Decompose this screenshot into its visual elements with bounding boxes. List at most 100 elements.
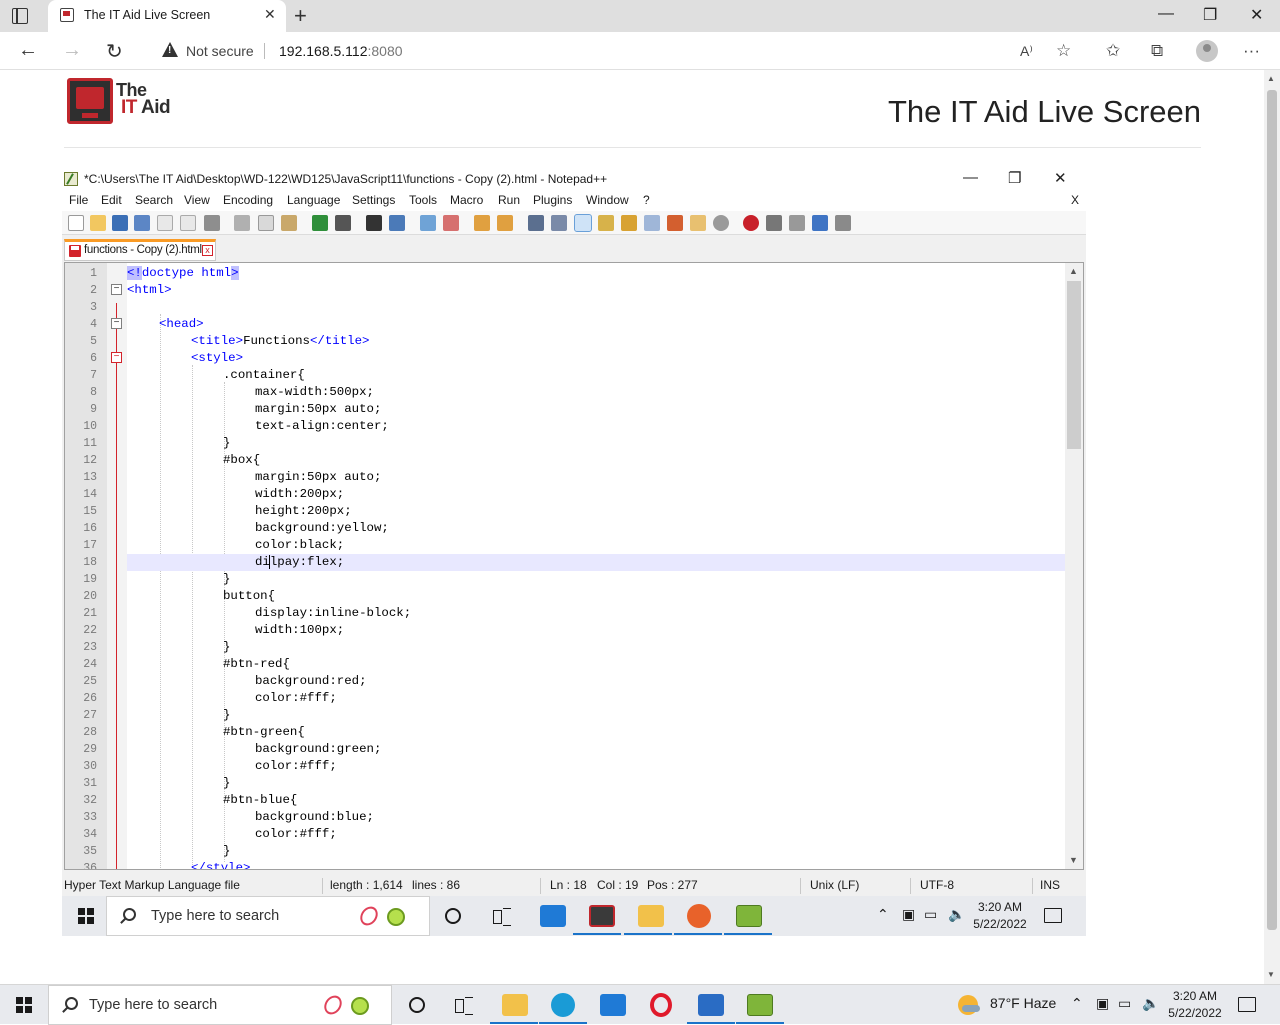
word-wrap-icon[interactable] [528,215,544,231]
remote-clock[interactable]: 3:20 AM 5/22/2022 [972,899,1028,933]
close-all-icon[interactable] [180,215,196,231]
menu-edit[interactable]: Edit [101,193,122,207]
tab-actions-icon[interactable] [12,8,28,24]
code-editor[interactable]: 1 2 3 4 5 6 7 8 9 10 11 12 13 14 15 16 1… [64,262,1084,870]
indent-guide-icon[interactable] [574,214,592,232]
firefox-icon[interactable] [687,904,711,928]
profile-icon[interactable] [1196,40,1218,62]
menu-close-doc[interactable]: X [1071,193,1079,207]
fold-toggle-head-icon[interactable]: − [111,318,122,329]
redo-icon[interactable] [335,215,351,231]
doc-list-icon[interactable] [644,215,660,231]
it-aid-app-icon[interactable] [589,905,615,927]
photos-icon[interactable] [698,994,724,1016]
npp-restore-button[interactable]: ❐ [1008,169,1021,187]
editor-scrollbar-thumb[interactable] [1067,281,1081,449]
status-insert-mode[interactable]: INS [1040,878,1060,892]
remote-screen[interactable]: *C:\Users\The IT Aid\Desktop\WD-122\WD12… [62,168,1086,936]
print-icon[interactable] [204,215,220,231]
show-all-chars-icon[interactable] [551,215,567,231]
mail-icon[interactable] [540,905,566,927]
read-aloud-icon[interactable]: A⁾ [1020,43,1033,60]
taskbar-clock[interactable]: 3:20 AM 5/22/2022 [1166,988,1224,1022]
new-tab-button[interactable]: + [294,3,307,29]
refresh-icon[interactable]: ↻ [106,39,123,64]
save-all-icon[interactable] [134,215,150,231]
fold-toggle-style-icon[interactable]: − [111,352,122,363]
restore-button[interactable]: ❐ [1203,5,1217,25]
save-icon[interactable] [112,215,128,231]
warning-icon[interactable] [162,42,178,57]
menu-settings[interactable]: Settings [352,193,395,207]
record-macro-icon[interactable] [743,215,759,231]
menu-search[interactable]: Search [135,193,173,207]
notification-icon[interactable] [1044,908,1062,923]
notepadpp-taskbar-icon[interactable] [736,905,762,927]
folder-workspace-icon[interactable] [690,215,706,231]
function-list-icon[interactable] [667,215,683,231]
cortana-icon[interactable] [409,997,425,1013]
npp-minimize-button[interactable]: — [963,169,978,186]
chevron-up-icon[interactable]: ⌃ [1071,995,1083,1012]
volume-icon[interactable]: 🔈 [948,906,965,923]
add-favorite-icon[interactable]: ☆ [1056,41,1071,61]
menu-tools[interactable]: Tools [409,193,437,207]
menu-file[interactable]: File [69,193,88,207]
notepadpp-taskbar-icon[interactable] [747,994,773,1016]
scroll-down-arrow-icon[interactable]: ▼ [1267,970,1275,979]
scroll-up-arrow-icon[interactable]: ▲ [1267,74,1275,83]
chevron-up-icon[interactable]: ⌃ [877,906,889,923]
undo-icon[interactable] [312,215,328,231]
find-icon[interactable] [366,215,382,231]
fold-toggle-html-icon[interactable]: − [111,284,122,295]
url-field[interactable]: Not secure 192.168.5.112:8080 [144,36,1084,66]
sync-horizontal-icon[interactable] [497,215,513,231]
npp-close-button[interactable]: ✕ [1054,169,1067,187]
menu-run[interactable]: Run [498,193,520,207]
doc-map-icon[interactable] [621,215,637,231]
udl-icon[interactable] [598,215,614,231]
run-macro-multiple-icon[interactable] [812,215,828,231]
collections-icon[interactable]: ⧉ [1151,41,1163,61]
zoom-out-icon[interactable] [443,215,459,231]
menu-window[interactable]: Window [586,193,629,207]
task-view-icon[interactable] [493,908,511,926]
editor-scroll-down-icon[interactable]: ▼ [1069,855,1078,865]
menu-plugins[interactable]: Plugins [533,193,572,207]
file-explorer-icon[interactable] [638,905,664,927]
open-file-icon[interactable] [90,215,106,231]
copy-icon[interactable] [258,215,274,231]
not-secure-label[interactable]: Not secure [186,43,254,59]
page-scrollbar-thumb[interactable] [1267,90,1277,930]
code-text-area[interactable]: <!doctype html> <html> <head> <title>Fun… [127,263,1065,869]
monitoring-icon[interactable] [713,215,729,231]
menu-macro[interactable]: Macro [450,193,483,207]
status-eol[interactable]: Unix (LF) [810,878,859,892]
minimize-button[interactable]: — [1158,5,1174,23]
doc-tab-close-icon[interactable]: x [202,245,213,256]
menu-help[interactable]: ? [643,193,650,207]
menu-view[interactable]: View [184,193,210,207]
close-window-button[interactable]: ✕ [1250,5,1263,25]
edge-icon[interactable] [551,993,575,1017]
favorites-icon[interactable]: ✩ [1106,41,1120,61]
weather-text[interactable]: 87°F Haze [990,995,1056,1011]
zoom-in-icon[interactable] [420,215,436,231]
sync-vertical-icon[interactable] [474,215,490,231]
tab-close-icon[interactable]: ✕ [264,6,276,23]
weather-haze-icon[interactable] [958,995,980,1015]
remote-search-box[interactable]: Type here to search [106,896,430,936]
play-macro-icon[interactable] [789,215,805,231]
windows-start-icon[interactable] [16,997,32,1013]
network-icon[interactable]: ▭ [1118,995,1131,1012]
notification-icon[interactable] [1238,997,1256,1012]
task-view-icon[interactable] [455,997,473,1015]
replace-icon[interactable] [389,215,405,231]
meet-now-icon[interactable]: ▣ [1096,995,1109,1012]
editor-scrollbar[interactable]: ▲ ▼ [1065,263,1083,869]
file-explorer-icon[interactable] [502,994,528,1016]
stop-macro-icon[interactable] [766,215,782,231]
meet-now-icon[interactable]: ▣ [902,906,915,923]
network-icon[interactable]: ▭ [924,906,937,923]
editor-scroll-up-icon[interactable]: ▲ [1069,266,1078,276]
